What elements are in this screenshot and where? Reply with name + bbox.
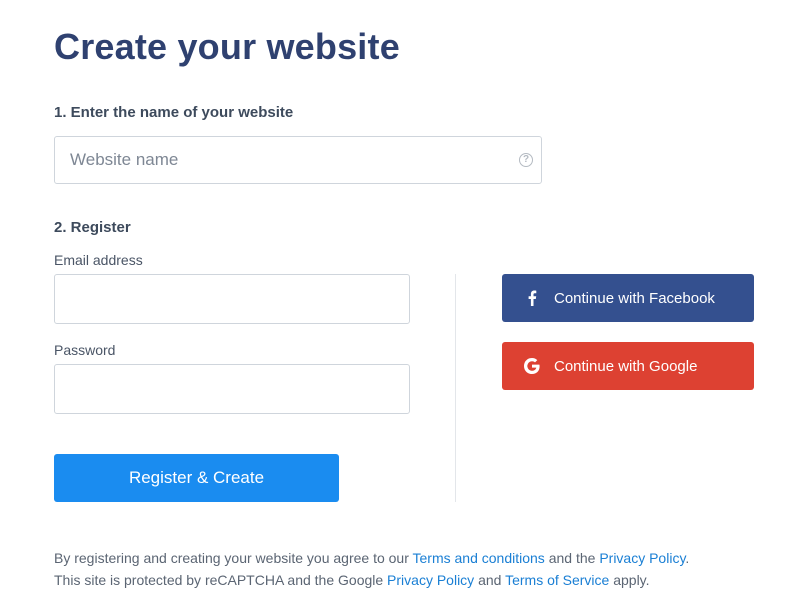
google-terms-of-service-link[interactable]: Terms of Service [505,572,609,588]
legal-line2-prefix: This site is protected by reCAPTCHA and … [54,572,388,588]
vertical-divider [455,274,456,502]
terms-and-conditions-link[interactable]: Terms and conditions [413,550,545,566]
facebook-icon [524,290,540,306]
legal-line1-middle: and the [544,550,600,566]
legal-line2-middle: and [474,572,506,588]
google-icon [524,358,540,374]
step-2-heading: 2. Register [54,219,131,236]
google-privacy-policy-link[interactable]: Privacy Policy [387,572,474,588]
password-field[interactable] [54,364,410,414]
legal-notice: By registering and creating your website… [54,547,774,591]
password-input[interactable] [55,365,409,413]
legal-line1-prefix: By registering and creating your website… [54,550,413,566]
email-field[interactable] [54,274,410,324]
step-1-heading: 1. Enter the name of your website [54,104,294,121]
page-title: Create your website [54,26,400,67]
legal-line1-suffix: . [685,550,690,566]
website-name-field[interactable]: ? [54,136,542,184]
register-create-button[interactable]: Register & Create [54,454,339,502]
facebook-button-label: Continue with Facebook [554,289,715,307]
email-label: Email address [54,252,143,268]
website-name-input[interactable] [55,137,541,183]
continue-with-google-button[interactable]: Continue with Google [502,342,754,390]
legal-line2-suffix: apply. [609,572,650,588]
google-button-label: Continue with Google [554,357,698,375]
password-label: Password [54,342,116,358]
continue-with-facebook-button[interactable]: Continue with Facebook [502,274,754,322]
privacy-policy-link[interactable]: Privacy Policy [599,550,685,566]
email-input[interactable] [55,275,409,323]
question-circle-icon[interactable]: ? [519,153,533,167]
